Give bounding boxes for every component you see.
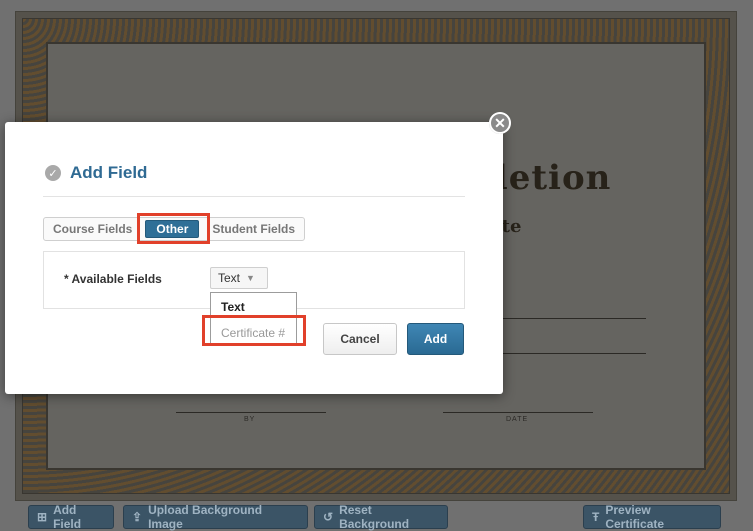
add-button[interactable]: Add	[407, 323, 464, 355]
upload-background-label: Upload Background Image	[148, 503, 263, 531]
add-field-modal: ✓ Add Field Course Fields Other Student …	[5, 122, 503, 394]
cancel-button[interactable]: Cancel	[323, 323, 397, 355]
add-field-toolbar-label: Add Field	[53, 503, 82, 531]
available-fields-dropdown: Text Certificate #	[210, 292, 297, 344]
tab-course-fields[interactable]: Course Fields	[44, 218, 141, 240]
tab-student-fields[interactable]: Student Fields	[203, 218, 304, 240]
reset-background-button[interactable]: ↺ Reset Background	[314, 503, 448, 531]
text-t-icon: Ŧ	[592, 510, 600, 524]
title-divider	[43, 196, 465, 197]
reset-background-label: Reset Background	[339, 503, 410, 531]
check-circle-icon: ✓	[45, 165, 61, 181]
close-icon[interactable]: ✕	[489, 112, 511, 134]
dropdown-option-certificate-number[interactable]: Certificate #	[211, 322, 296, 344]
select-value: Text	[218, 271, 241, 285]
preview-certificate-label: Preview Certificate	[605, 503, 665, 531]
preview-certificate-button[interactable]: Ŧ Preview Certificate	[583, 503, 721, 531]
dropdown-option-text[interactable]: Text	[211, 296, 296, 318]
available-fields-select[interactable]: Text ▼	[210, 267, 268, 289]
upload-icon: ⇪	[132, 510, 143, 524]
available-fields-label: * Available Fields	[64, 272, 162, 286]
add-field-toolbar-button[interactable]: ⊞ Add Field	[28, 503, 114, 531]
plus-square-icon: ⊞	[37, 510, 48, 524]
modal-title: Add Field	[70, 163, 148, 182]
chevron-down-icon: ▼	[246, 273, 255, 283]
upload-background-button[interactable]: ⇪ Upload Background Image	[123, 503, 308, 531]
field-type-tabs: Course Fields Other Student Fields	[43, 217, 306, 241]
reset-icon: ↺	[323, 510, 334, 524]
tab-other[interactable]: Other	[145, 220, 200, 238]
